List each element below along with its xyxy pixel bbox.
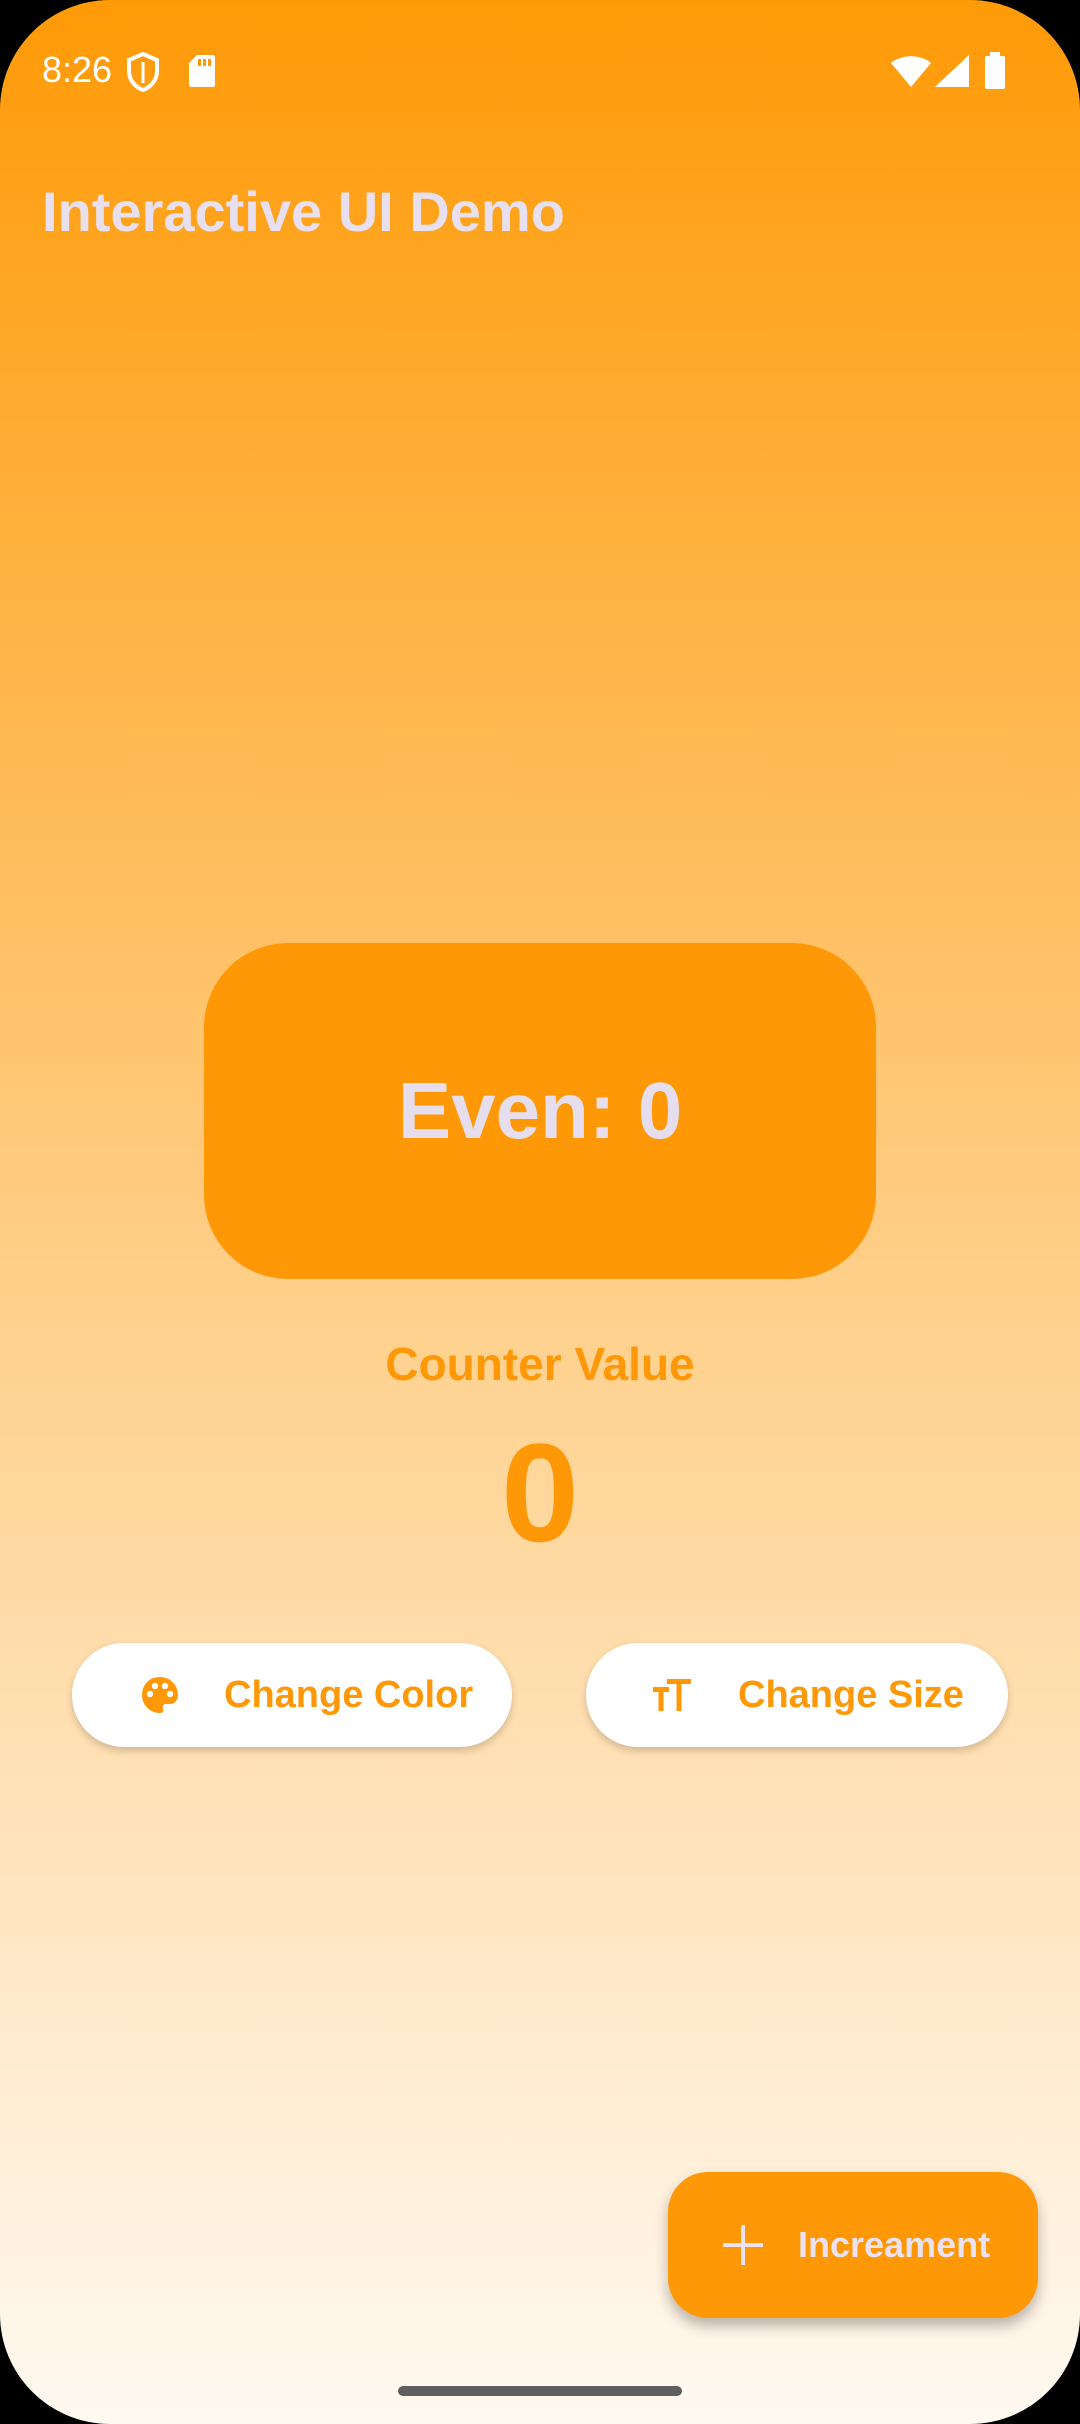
shield-icon xyxy=(126,51,160,93)
change-size-button[interactable]: Change Size xyxy=(586,1643,1008,1747)
status-bar: 8:26 xyxy=(0,0,1080,140)
change-color-label: Change Color xyxy=(224,1674,474,1716)
counter-value: 0 xyxy=(501,1414,579,1571)
sd-card-icon xyxy=(188,54,216,88)
increment-label: Increament xyxy=(798,2224,991,2265)
status-time: 8:26 xyxy=(42,49,113,90)
text-size-icon xyxy=(652,1675,692,1715)
app-screen: 8:26 Interactive UI Demo Even: 0 Counter… xyxy=(0,0,1080,2424)
home-indicator[interactable] xyxy=(398,2386,682,2396)
counter-label: Counter Value xyxy=(385,1338,695,1390)
app-title: Interactive UI Demo xyxy=(42,180,565,243)
parity-card: Even: 0 xyxy=(204,943,876,1279)
increment-fab[interactable]: Increament xyxy=(668,2172,1038,2318)
parity-text: Even: 0 xyxy=(397,1066,683,1155)
cell-signal-icon xyxy=(934,54,970,88)
palette-icon xyxy=(140,1675,180,1715)
change-color-button[interactable]: Change Color xyxy=(72,1643,512,1747)
change-size-label: Change Size xyxy=(738,1674,964,1716)
plus-icon xyxy=(722,2224,764,2266)
wifi-icon xyxy=(890,54,932,88)
battery-icon xyxy=(984,52,1006,90)
